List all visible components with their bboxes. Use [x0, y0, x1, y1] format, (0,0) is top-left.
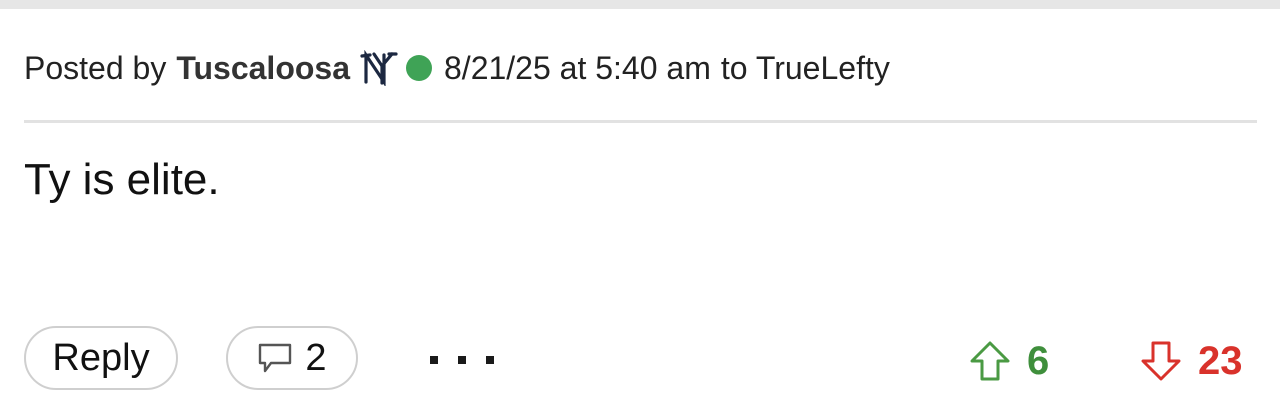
- upvote-count: 6: [1027, 338, 1050, 383]
- downvote-count: 23: [1198, 338, 1243, 383]
- post-actions: Reply 2 6 23: [24, 326, 1257, 394]
- post-timestamp: 8/21/25 at 5:40 am: [444, 49, 711, 86]
- ellipsis-icon: [430, 356, 438, 364]
- post-card: Posted by Tuscaloosa 8/21/25 at 5:40 am …: [0, 0, 1280, 414]
- ny-yankees-logo-icon: [360, 50, 398, 86]
- comment-count: 2: [305, 336, 327, 379]
- reply-button[interactable]: Reply: [24, 326, 178, 390]
- comments-button[interactable]: 2: [226, 326, 358, 390]
- upvote-button[interactable]: 6: [969, 336, 1049, 386]
- post-header: Posted by Tuscaloosa 8/21/25 at 5:40 am …: [24, 45, 890, 91]
- online-status-indicator: [406, 55, 432, 81]
- reply-button-label: Reply: [52, 336, 150, 379]
- arrow-down-icon: [1141, 341, 1181, 381]
- comment-bubble-icon: [257, 341, 293, 375]
- author-name[interactable]: Tuscaloosa: [176, 50, 350, 87]
- posted-by-label: Posted by: [24, 49, 167, 86]
- top-border: [0, 0, 1280, 9]
- post-body: Ty is elite.: [24, 155, 220, 204]
- more-options-button[interactable]: [430, 340, 494, 380]
- downvote-button[interactable]: 23: [1140, 336, 1243, 386]
- reply-to-user[interactable]: to TrueLefty: [721, 50, 890, 87]
- header-divider: [24, 120, 1257, 123]
- arrow-up-icon: [970, 341, 1010, 381]
